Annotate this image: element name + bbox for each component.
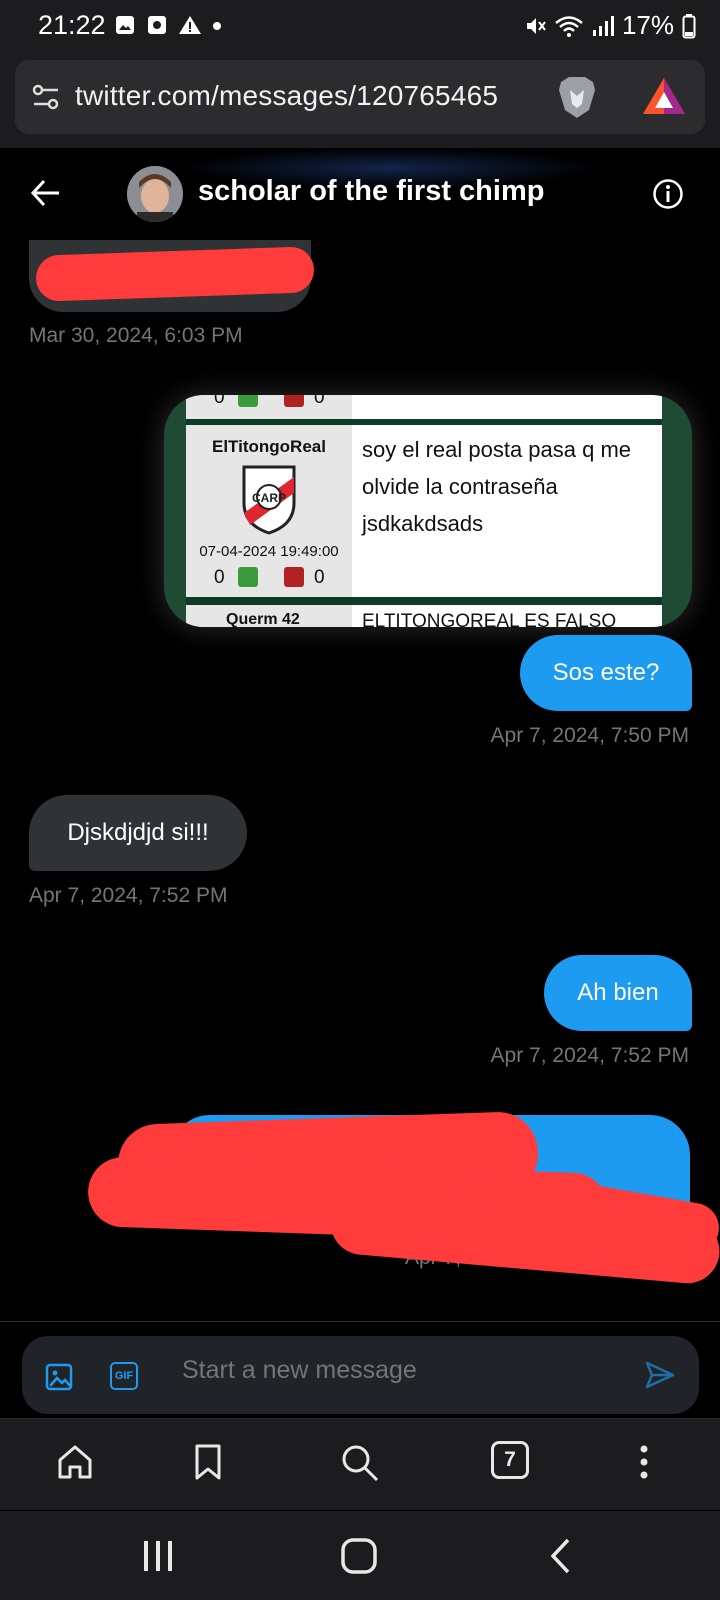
- forum-screenshot: 0 0 ElTitongoReal CARP 07-04-2024 19:49:…: [186, 395, 662, 627]
- notification-icons: [114, 14, 222, 36]
- back-nav-icon[interactable]: [548, 1537, 572, 1575]
- gif-label: GIF: [114, 1370, 134, 1382]
- brave-shields-icon[interactable]: [555, 74, 599, 120]
- info-icon[interactable]: [652, 178, 684, 210]
- send-icon[interactable]: [644, 1360, 676, 1390]
- message-timestamp: Apr 7, 2024, 7:52 PM: [29, 884, 228, 907]
- system-indicators: 17%: [524, 10, 696, 41]
- thumbs-up-icon: [238, 395, 258, 407]
- prev-likes-count: 0: [214, 395, 225, 408]
- battery-icon: [682, 13, 696, 38]
- svg-text:CARP: CARP: [252, 491, 286, 505]
- image-icon[interactable]: [44, 1362, 74, 1392]
- back-arrow-icon[interactable]: [30, 178, 62, 208]
- forum-next-post-text: ELTITONGOREAL ES FALSO: [362, 611, 617, 627]
- brave-rewards-icon[interactable]: [641, 76, 687, 118]
- forum-post-date: 07-04-2024 19:49:00: [199, 543, 339, 560]
- tabs-button[interactable]: 7: [491, 1441, 529, 1479]
- message-text: Djskdjdjd si!!!: [67, 819, 209, 846]
- redaction-scribble: [35, 246, 315, 302]
- forum-post-row: ElTitongoReal CARP 07-04-2024 19:49:00 0…: [186, 425, 662, 597]
- dot-icon: [213, 22, 221, 30]
- app-notification-icon: [148, 16, 166, 34]
- message-input[interactable]: [182, 1356, 622, 1385]
- home-icon[interactable]: [56, 1443, 94, 1481]
- wifi-icon: [555, 15, 583, 37]
- warning-icon: [179, 16, 201, 34]
- address-bar[interactable]: twitter.com/messages/120765465: [15, 60, 705, 134]
- river-plate-crest-icon: CARP: [242, 465, 296, 535]
- search-icon[interactable]: [340, 1443, 380, 1483]
- forum-post-text: soy el real posta pasa q me olvide la co…: [362, 437, 632, 536]
- gallery-notification-icon: [116, 16, 134, 34]
- avatar-image: [127, 166, 183, 222]
- bookmark-icon[interactable]: [192, 1443, 224, 1481]
- sent-message-bubble[interactable]: Sos este?: [520, 635, 692, 711]
- thumbs-down-icon: [284, 395, 304, 407]
- battery-percent: 17%: [621, 10, 674, 40]
- home-nav-icon[interactable]: [340, 1537, 378, 1575]
- site-settings-icon[interactable]: [31, 82, 61, 112]
- contact-name[interactable]: scholar of the first chimp: [198, 175, 544, 208]
- prev-dislikes-count: 0: [314, 395, 325, 408]
- browser-toolbar: twitter.com/messages/120765465: [0, 56, 720, 148]
- likes-count: 0: [214, 567, 225, 588]
- forum-next-username: Querm 42: [226, 611, 300, 627]
- forum-next-row: Querm 42 ELTITONGOREAL ES FALSO: [186, 605, 662, 627]
- more-menu-icon[interactable]: [636, 1443, 652, 1481]
- mute-icon: [526, 17, 546, 34]
- signal-icon: [592, 15, 614, 36]
- message-text: Ah bien: [577, 979, 659, 1006]
- status-bar: 21:22 17%: [0, 0, 720, 56]
- message-timestamp: Mar 30, 2024, 6:03 PM: [29, 324, 243, 347]
- sent-message-bubble[interactable]: Ah bien: [544, 955, 692, 1031]
- status-time: 21:22: [38, 10, 106, 40]
- received-message-bubble[interactable]: Djskdjdjd si!!!: [29, 795, 247, 871]
- message-timestamp: Apr 7, 2024, 7:52 PM: [490, 1044, 689, 1067]
- thumbs-up-icon: [238, 567, 258, 587]
- chat-header: scholar of the first chimp: [0, 148, 720, 238]
- browser-bottom-bar: 7: [0, 1418, 720, 1510]
- gif-icon[interactable]: GIF: [110, 1362, 138, 1390]
- tab-count-label: 7: [504, 1448, 516, 1471]
- dislikes-count: 0: [314, 567, 325, 588]
- url-text[interactable]: twitter.com/messages/120765465: [75, 80, 498, 112]
- message-timestamp: Apr 7, 2024, 7:50 PM: [490, 724, 689, 747]
- thumbs-down-icon: [284, 567, 304, 587]
- message-composer: GIF: [22, 1336, 699, 1414]
- composer-divider: [0, 1321, 720, 1322]
- message-text: Sos este?: [552, 659, 660, 686]
- avatar[interactable]: [127, 166, 183, 222]
- recent-apps-icon[interactable]: [140, 1539, 176, 1573]
- image-attachment[interactable]: 0 0 ElTitongoReal CARP 07-04-2024 19:49:…: [164, 395, 692, 627]
- android-navigation-bar: [0, 1511, 720, 1600]
- forum-username: ElTitongoReal: [212, 437, 326, 456]
- forum-prev-row: 0 0: [186, 395, 662, 419]
